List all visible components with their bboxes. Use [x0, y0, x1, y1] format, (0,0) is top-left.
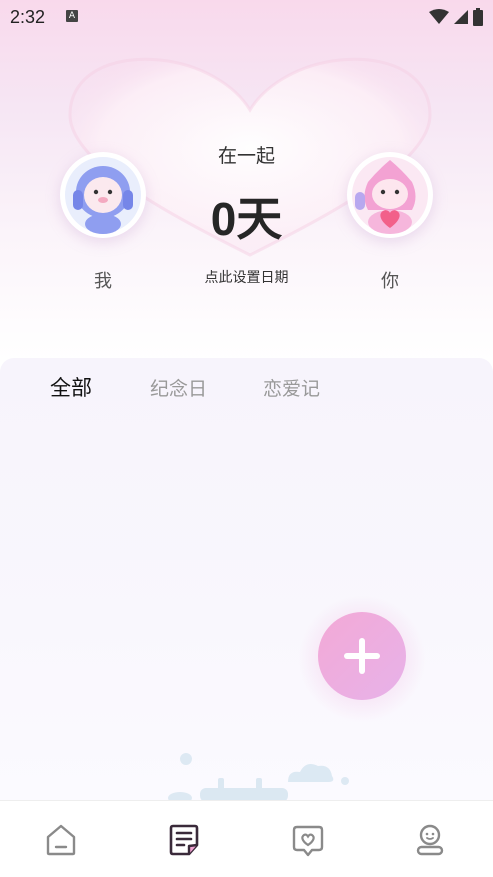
nav-home[interactable]	[42, 821, 82, 861]
nav-profile[interactable]	[411, 821, 451, 861]
home-icon	[46, 824, 76, 856]
signal-icon	[454, 10, 468, 24]
a-badge-icon: A	[66, 10, 78, 22]
tab-love-diary[interactable]: 恋爱记	[263, 374, 320, 401]
plus-icon	[344, 638, 380, 674]
wifi-icon	[429, 9, 449, 24]
together-label: 在一起	[217, 145, 275, 167]
status-bar: 2:32 A	[0, 0, 493, 34]
set-date-link[interactable]: 点此设置日期	[0, 267, 493, 287]
love-chat-icon	[292, 825, 324, 857]
nav-notes[interactable]	[165, 821, 205, 861]
status-time: 2:32	[10, 7, 46, 27]
nav-love-chat[interactable]	[289, 821, 329, 861]
empty-state-illustration	[168, 753, 349, 800]
notes-icon	[169, 824, 199, 856]
content-card	[0, 358, 493, 800]
days-counter: 0天	[0, 183, 493, 249]
days-unit: 天	[236, 192, 283, 246]
battery-icon	[473, 8, 483, 26]
add-button[interactable]	[318, 612, 406, 700]
tab-anniversary[interactable]: 纪念日	[150, 374, 207, 401]
profile-icon	[416, 824, 444, 856]
status-icons	[429, 8, 483, 26]
tab-all[interactable]: 全部	[50, 372, 92, 402]
days-value: 0	[210, 193, 237, 245]
bottom-nav	[0, 800, 493, 877]
